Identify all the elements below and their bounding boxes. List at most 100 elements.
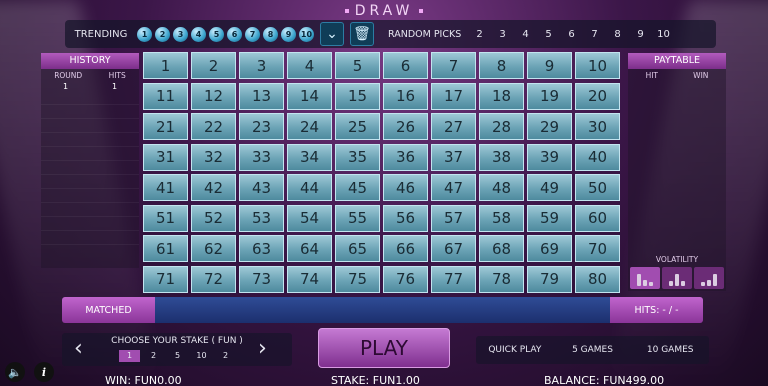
number-cell[interactable]: 60 [575, 204, 620, 232]
random-pick-option[interactable]: 9 [629, 29, 652, 40]
number-cell[interactable]: 17 [431, 82, 476, 110]
number-cell[interactable]: 46 [383, 174, 428, 201]
number-cell[interactable]: 32 [191, 143, 236, 171]
number-cell[interactable]: 52 [191, 204, 236, 232]
number-cell[interactable]: 24 [287, 113, 332, 140]
number-cell[interactable]: 72 [191, 265, 236, 293]
number-cell[interactable]: 15 [335, 82, 380, 110]
number-cell[interactable]: 36 [383, 143, 428, 171]
stake-option[interactable]: 5 [167, 350, 188, 362]
number-cell[interactable]: 78 [479, 265, 524, 293]
number-cell[interactable]: 19 [527, 82, 572, 110]
stake-option[interactable]: 1 [119, 350, 140, 362]
number-cell[interactable]: 53 [239, 204, 284, 232]
stake-option[interactable]: 2 [143, 350, 164, 362]
number-cell[interactable]: 25 [335, 113, 380, 140]
random-pick-option[interactable]: 5 [537, 29, 560, 40]
number-cell[interactable]: 11 [143, 82, 188, 110]
number-cell[interactable]: 35 [335, 143, 380, 171]
number-cell[interactable]: 76 [383, 265, 428, 293]
number-cell[interactable]: 70 [575, 235, 620, 262]
number-cell[interactable]: 51 [143, 204, 188, 232]
trash-icon[interactable]: 🗑 [350, 22, 374, 46]
number-cell[interactable]: 42 [191, 174, 236, 201]
number-cell[interactable]: 20 [575, 82, 620, 110]
number-cell[interactable]: 9 [527, 52, 572, 79]
number-cell[interactable]: 73 [239, 265, 284, 293]
number-cell[interactable]: 16 [383, 82, 428, 110]
number-cell[interactable]: 44 [287, 174, 332, 201]
chevron-right-icon[interactable]: › [258, 336, 267, 361]
number-cell[interactable]: 61 [143, 235, 188, 262]
number-cell[interactable]: 31 [143, 143, 188, 171]
random-pick-option[interactable]: 8 [606, 29, 629, 40]
number-cell[interactable]: 4 [287, 52, 332, 79]
volatility-medium-button[interactable] [662, 267, 692, 289]
ten-games-button[interactable]: 10 GAMES [631, 345, 709, 355]
number-cell[interactable]: 12 [191, 82, 236, 110]
number-cell[interactable]: 59 [527, 204, 572, 232]
stake-option[interactable]: 2 [215, 350, 236, 362]
number-cell[interactable]: 43 [239, 174, 284, 201]
number-cell[interactable]: 6 [383, 52, 428, 79]
number-cell[interactable]: 67 [431, 235, 476, 262]
number-cell[interactable]: 21 [143, 113, 188, 140]
number-cell[interactable]: 75 [335, 265, 380, 293]
volatility-low-button[interactable] [630, 267, 660, 289]
number-cell[interactable]: 65 [335, 235, 380, 262]
number-cell[interactable]: 69 [527, 235, 572, 262]
number-cell[interactable]: 45 [335, 174, 380, 201]
number-cell[interactable]: 8 [479, 52, 524, 79]
random-pick-option[interactable]: 2 [468, 29, 491, 40]
number-cell[interactable]: 22 [191, 113, 236, 140]
number-cell[interactable]: 3 [239, 52, 284, 79]
chevron-down-icon[interactable]: ⌄ [320, 22, 344, 46]
number-cell[interactable]: 40 [575, 143, 620, 171]
number-cell[interactable]: 64 [287, 235, 332, 262]
quick-play-button[interactable]: QUICK PLAY [476, 345, 554, 355]
number-cell[interactable]: 56 [383, 204, 428, 232]
number-cell[interactable]: 27 [431, 113, 476, 140]
number-cell[interactable]: 74 [287, 265, 332, 293]
five-games-button[interactable]: 5 GAMES [554, 345, 632, 355]
number-cell[interactable]: 39 [527, 143, 572, 171]
number-cell[interactable]: 23 [239, 113, 284, 140]
number-cell[interactable]: 26 [383, 113, 428, 140]
play-button[interactable]: PLAY [318, 328, 450, 368]
random-pick-option[interactable]: 3 [491, 29, 514, 40]
random-pick-option[interactable]: 4 [514, 29, 537, 40]
stake-option[interactable]: 10 [191, 350, 212, 362]
number-cell[interactable]: 66 [383, 235, 428, 262]
number-cell[interactable]: 68 [479, 235, 524, 262]
number-cell[interactable]: 77 [431, 265, 476, 293]
number-cell[interactable]: 49 [527, 174, 572, 201]
number-cell[interactable]: 18 [479, 82, 524, 110]
number-cell[interactable]: 58 [479, 204, 524, 232]
number-cell[interactable]: 54 [287, 204, 332, 232]
number-cell[interactable]: 47 [431, 174, 476, 201]
number-cell[interactable]: 50 [575, 174, 620, 201]
number-cell[interactable]: 37 [431, 143, 476, 171]
number-cell[interactable]: 71 [143, 265, 188, 293]
number-cell[interactable]: 7 [431, 52, 476, 79]
number-cell[interactable]: 34 [287, 143, 332, 171]
number-cell[interactable]: 28 [479, 113, 524, 140]
number-cell[interactable]: 62 [191, 235, 236, 262]
number-cell[interactable]: 79 [527, 265, 572, 293]
number-cell[interactable]: 1 [143, 52, 188, 79]
random-pick-option[interactable]: 7 [583, 29, 606, 40]
number-cell[interactable]: 33 [239, 143, 284, 171]
number-cell[interactable]: 5 [335, 52, 380, 79]
number-cell[interactable]: 57 [431, 204, 476, 232]
number-cell[interactable]: 30 [575, 113, 620, 140]
number-cell[interactable]: 10 [575, 52, 620, 79]
number-cell[interactable]: 48 [479, 174, 524, 201]
number-cell[interactable]: 55 [335, 204, 380, 232]
volatility-high-button[interactable] [694, 267, 724, 289]
number-cell[interactable]: 38 [479, 143, 524, 171]
number-cell[interactable]: 80 [575, 265, 620, 293]
number-cell[interactable]: 2 [191, 52, 236, 79]
random-pick-option[interactable]: 10 [652, 29, 675, 40]
number-cell[interactable]: 13 [239, 82, 284, 110]
number-cell[interactable]: 41 [143, 174, 188, 201]
